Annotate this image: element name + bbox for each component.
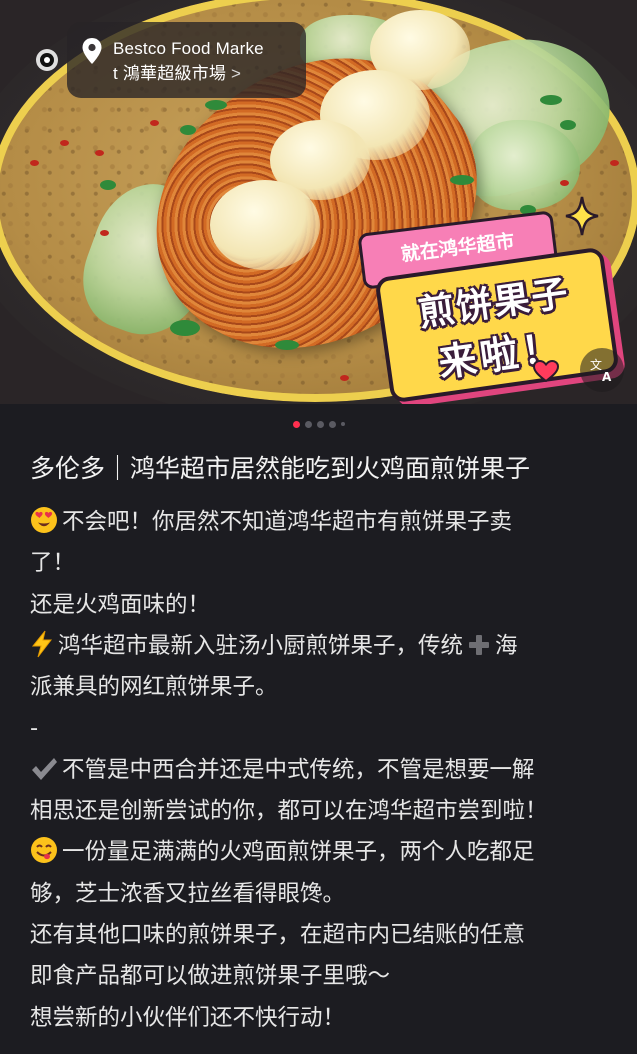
check-mark-emoji-icon [32,757,57,780]
sparkle-icon [565,196,599,236]
yum-face-emoji-icon [31,837,57,864]
location-name-line-2-text: t 鴻華超級市場 [113,64,227,83]
post-image[interactable]: 就在鸿华超市 煎饼果子 来啦！ 文 A Bestco Food Marke t … [0,0,637,404]
plus-emoji-icon [469,634,490,655]
herb [170,320,200,336]
body-line-text: 不管是中西合并还是中式传统，不管是想要一解 [62,756,535,783]
body-line: 想尝新的小伙伴们还不快行动！ [30,1004,346,1031]
lightning-emoji-icon [31,630,53,658]
translate-icon: 文 A [590,357,612,383]
pager-dot-active[interactable] [292,420,300,428]
body-line: 不会吧！你居然不知道鸿华超市有煎饼果子卖 [30,502,615,543]
location-tag[interactable]: Bestco Food Marke t 鴻華超級市場 > [67,22,306,98]
location-name-line-2: t 鴻華超級市場 > [113,61,303,86]
body-line: 派兼具的网红煎饼果子。 [30,674,278,701]
body-line: 鸿华超市最新入驻汤小厨煎饼果子，传统 海 [30,626,615,667]
body-line-text: 海 [495,632,518,659]
heart-icon [533,360,559,382]
chili-flake [95,150,104,156]
body-line: 还有其他口味的煎饼果子，在超市内已结账的任意 [30,921,526,948]
herb [560,120,576,130]
chili-flake [100,230,109,236]
post-body: 不会吧！你居然不知道鸿华超市有煎饼果子卖 了！ 还是火鸡面味的！ 鸿华超市最新入… [30,502,615,1039]
svg-text:文: 文 [590,357,602,372]
body-line: 相思还是创新尝试的你，都可以在鸿华超市尝到啦！ [30,798,548,825]
chili-flake [30,160,39,166]
svg-text:A: A [602,370,612,383]
location-dot [40,53,54,67]
cheese [210,180,320,270]
body-line: 够，芝士浓香又拉丝看得眼馋。 [30,880,346,907]
location-name: Bestco Food Marke t 鴻華超級市場 > [113,36,303,86]
herb [100,180,116,190]
herb [205,100,227,110]
location-pin-icon [82,38,102,64]
herb [540,95,562,105]
chevron-right-icon: > [230,64,242,83]
chili-flake [60,140,69,146]
body-line: 即食产品都可以做进煎饼果子里哦～ [30,963,391,990]
heart-eyes-emoji-icon [31,507,57,533]
chili-flake [340,375,349,381]
body-line: 了！ [30,550,76,577]
herb [450,175,474,185]
herb [180,125,196,135]
body-line-text: 鸿华超市最新入驻汤小厨煎饼果子，传统 [58,632,464,659]
body-line: - [30,715,39,742]
post-title: 多伦多｜鸿华超市居然能吃到火鸡面煎饼果子 [30,454,531,483]
pager-dot[interactable] [316,420,324,428]
chili-flake [150,120,159,126]
lettuce [470,120,580,210]
chili-flake [610,160,619,166]
chili-flake [560,180,569,186]
image-pager [0,414,637,434]
body-line: 不管是中西合并还是中式传统，不管是想要一解 [30,750,615,791]
pager-dot[interactable] [304,420,312,428]
translate-button[interactable]: 文 A [580,348,624,392]
herb [275,340,299,350]
body-line: 一份量足满满的火鸡面煎饼果子，两个人吃都足 [30,832,615,873]
pager-dot[interactable] [328,420,336,428]
pager-dot[interactable] [340,422,345,426]
body-line-text: 不会吧！你居然不知道鸿华超市有煎饼果子卖 [62,509,513,535]
location-name-line-1: Bestco Food Marke [113,39,264,58]
body-line-text: 一份量足满满的火鸡面煎饼果子，两个人吃都足 [62,839,535,866]
body-line: 还是火鸡面味的！ [30,591,211,618]
